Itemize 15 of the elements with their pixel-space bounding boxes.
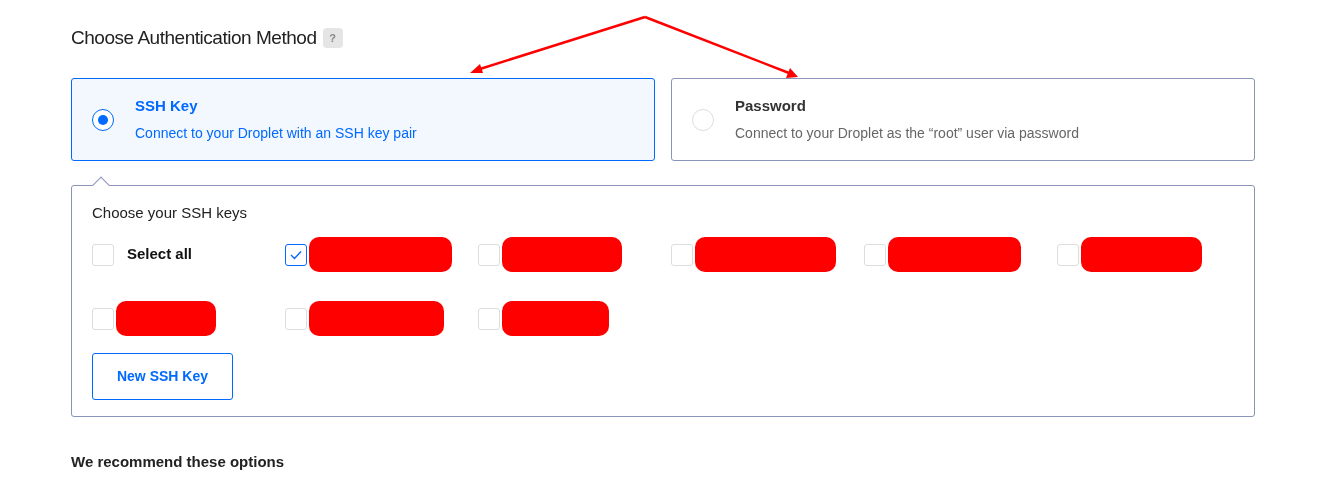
check-icon	[290, 249, 302, 260]
option-description: Connect to your Droplet as the “root” user via password	[735, 123, 1079, 143]
radio-button[interactable]	[92, 108, 114, 131]
option-title: SSH Key	[135, 96, 199, 117]
help-badge[interactable]: ?	[322, 28, 343, 48]
new-ssh-key-button[interactable]: New SSH Key	[92, 352, 233, 400]
method-option-card[interactable]: Password Connect to your Droplet as the “root” user via password	[671, 78, 1255, 161]
panel-title: Choose your SSH keys	[92, 203, 249, 223]
checkbox[interactable]	[285, 243, 307, 266]
section-heading: We recommend these options	[71, 451, 286, 472]
method-option-card[interactable]: SSH Key Connect to your Droplet with an SSH key pair	[71, 78, 655, 161]
option-title: Password	[735, 96, 807, 117]
checkbox-label: Select all	[127, 244, 193, 265]
section-heading: Choose Authentication Method	[71, 25, 317, 50]
option-description: Connect to your Droplet with an SSH key pair	[135, 123, 417, 143]
